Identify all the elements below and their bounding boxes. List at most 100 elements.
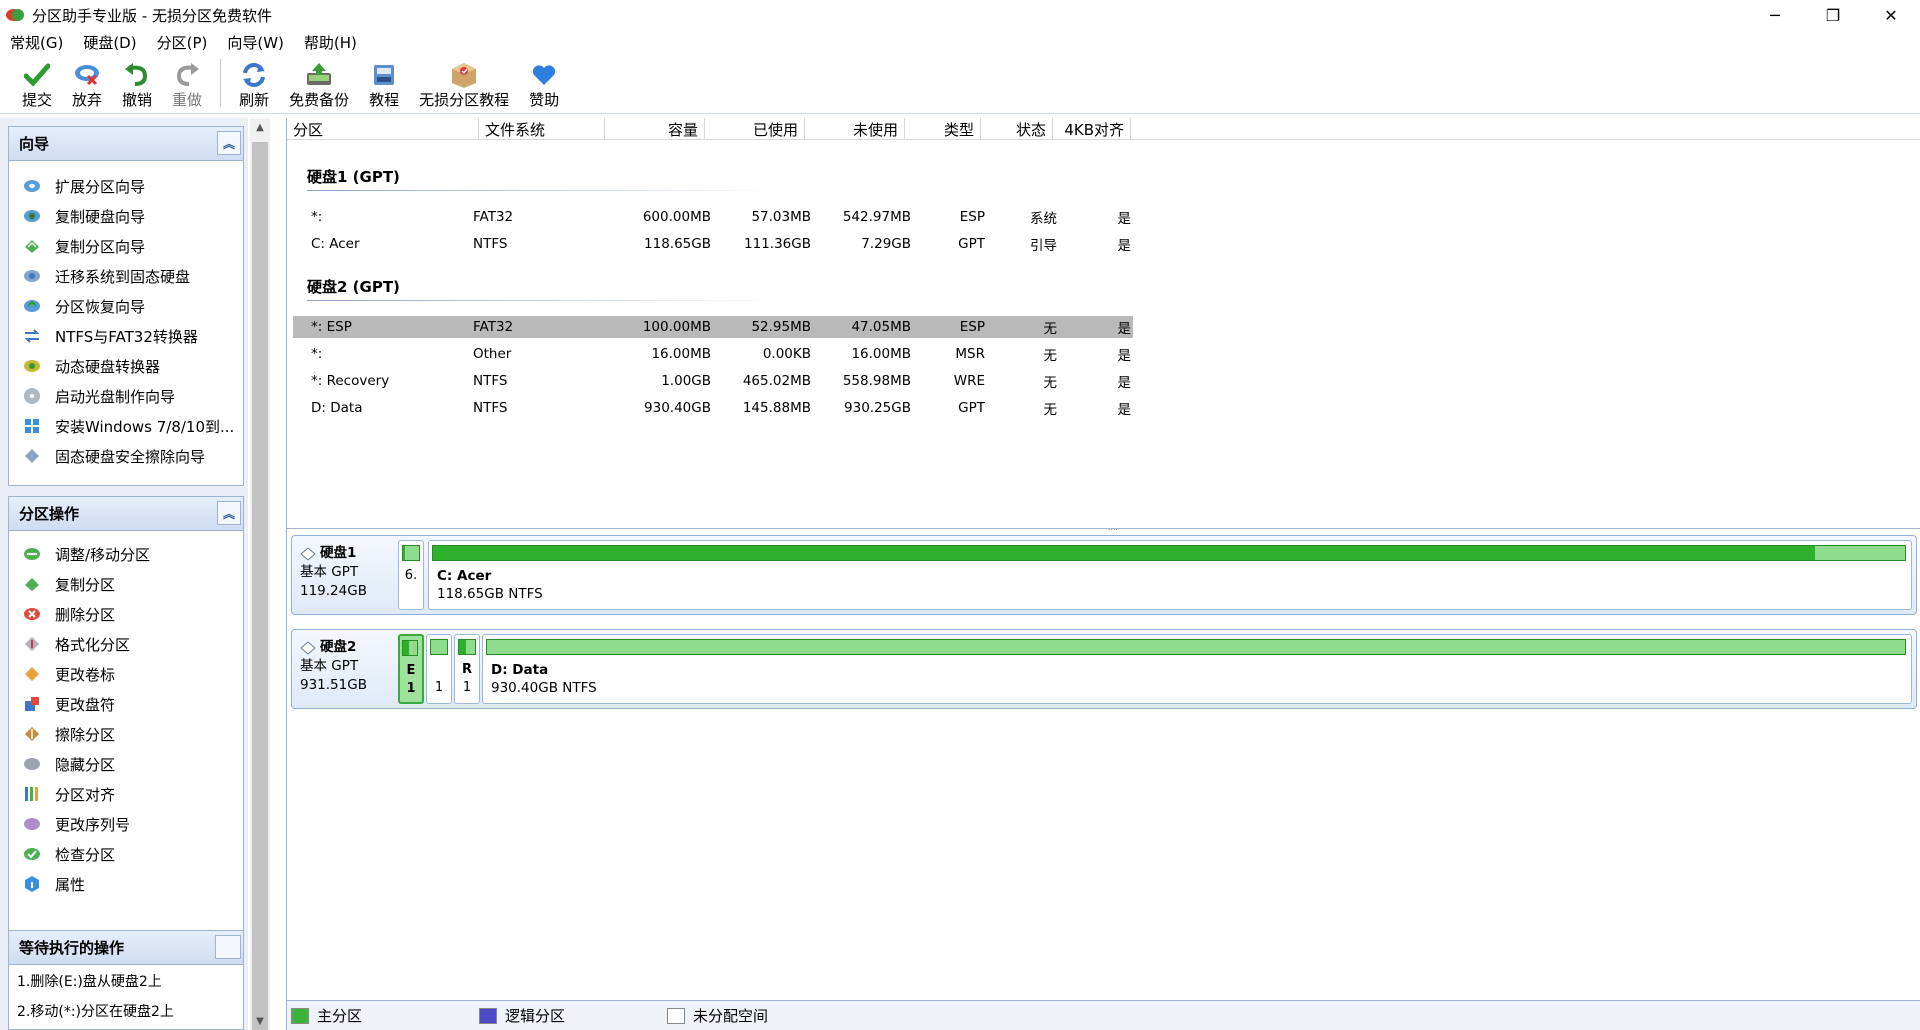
refresh-button[interactable]: 刷新 [229, 55, 279, 113]
col-unused[interactable]: 未使用 [805, 118, 905, 140]
table-row[interactable]: *: FAT32 600.00MB 57.03MB 542.97MB ESP 系… [293, 206, 1133, 228]
col-used[interactable]: 已使用 [705, 118, 805, 140]
cd-icon [23, 387, 41, 405]
op-resize-move[interactable]: 调整/移动分区 [9, 539, 243, 569]
op-wipe-partition[interactable]: 擦除分区 [9, 719, 243, 749]
submit-button[interactable]: 提交 [12, 55, 62, 113]
op-format-partition[interactable]: 格式化分区 [9, 629, 243, 659]
col-capacity[interactable]: 容量 [605, 118, 705, 140]
col-4k-align[interactable]: 4KB对齐 [1053, 118, 1131, 140]
disk1-esp-partition[interactable]: 6. [398, 540, 424, 610]
undo-arrow-icon [122, 61, 152, 89]
disk1-heading: 硬盘1 (GPT) [307, 168, 400, 186]
disk2-card[interactable]: 硬盘2 基本 GPT 931.51GB E1 1 R1 D: Data 930.4… [291, 629, 1917, 709]
wizard-boot-cd[interactable]: 启动光盘制作向导 [9, 381, 243, 411]
disk-drive-icon [369, 61, 399, 89]
legend-bar: 主分区 逻辑分区 未分配空间 [286, 1000, 1920, 1030]
windows-icon [23, 417, 41, 435]
backup-button[interactable]: 免费备份 [279, 55, 359, 113]
scroll-up-icon[interactable]: ▲ [250, 118, 270, 136]
table-row[interactable]: *: Other 16.00MB 0.00KB 16.00MB MSR 无 是 [293, 343, 1133, 365]
format-icon [23, 635, 41, 653]
ssd-erase-icon [23, 447, 41, 465]
op-check-partition[interactable]: 检查分区 [9, 839, 243, 869]
op-hide-partition[interactable]: 隐藏分区 [9, 749, 243, 779]
col-type[interactable]: 类型 [905, 118, 981, 140]
menu-disk[interactable]: 硬盘(D) [73, 32, 146, 53]
collapse-up-icon[interactable]: ︽ [217, 501, 241, 525]
backup-icon [304, 61, 334, 89]
op-delete-partition[interactable]: 删除分区 [9, 599, 243, 629]
col-partition[interactable]: 分区 [287, 118, 479, 140]
pending-ops-panel: 等待执行的操作 1.删除(E:)盘从硬盘2上 2.移动(*:)分区在硬盘2上 [8, 930, 244, 1030]
tutorial-button[interactable]: 教程 [359, 55, 409, 113]
col-status[interactable]: 状态 [981, 118, 1053, 140]
wizard-panel: 向导 ︽ 扩展分区向导 复制硬盘向导 复制分区向导 迁移系统到固态硬盘 分区恢复… [8, 126, 244, 486]
disk1-c-partition[interactable]: C: Acer 118.65GB NTFS [428, 540, 1912, 610]
op-copy-partition[interactable]: 复制分区 [9, 569, 243, 599]
migrate-ssd-icon [23, 267, 41, 285]
table-row[interactable]: C: Acer NTFS 118.65GB 111.36GB 7.29GB GP… [293, 233, 1133, 255]
minimize-button[interactable]: ─ [1746, 0, 1804, 30]
col-filesystem[interactable]: 文件系统 [479, 118, 605, 140]
delete-icon [23, 605, 41, 623]
pending-op-item[interactable]: 2.移动(*:)分区在硬盘2上 [9, 995, 243, 1025]
disk2-recovery-partition[interactable]: R1 [454, 634, 480, 704]
window-title: 分区助手专业版 - 无损分区免费软件 [32, 6, 272, 25]
disk2-info: 硬盘2 基本 GPT 931.51GB [300, 639, 367, 693]
hide-icon [23, 755, 41, 773]
redo-button[interactable]: 重做 [162, 55, 212, 113]
convert-icon [23, 327, 41, 345]
wizard-partition-recovery[interactable]: 分区恢复向导 [9, 291, 243, 321]
title-bar: 分区助手专业版 - 无损分区免费软件 ─ ❐ ✕ [0, 0, 1920, 30]
legend-primary: 主分区 [291, 1005, 362, 1026]
scroll-down-icon[interactable]: ▼ [250, 1012, 270, 1030]
wizard-ssd-erase[interactable]: 固态硬盘安全擦除向导 [9, 441, 243, 471]
splitter-handle[interactable]: .... [1099, 524, 1127, 532]
scrollbar-thumb[interactable] [252, 142, 268, 1030]
table-row-selected[interactable]: *: ESP FAT32 100.00MB 52.95MB 47.05MB ES… [293, 316, 1133, 338]
donate-button[interactable]: 赞助 [519, 55, 569, 113]
menu-general[interactable]: 常规(G) [0, 32, 73, 53]
op-change-serial[interactable]: 更改序列号 [9, 809, 243, 839]
resize-icon [23, 545, 41, 563]
primary-swatch-icon [291, 1007, 309, 1024]
disk1-card[interactable]: 硬盘1 基本 GPT 119.24GB 6. C: Acer 118.65GB N… [291, 535, 1917, 615]
wizard-copy-disk[interactable]: 复制硬盘向导 [9, 201, 243, 231]
table-row[interactable]: *: Recovery NTFS 1.00GB 465.02MB 558.98M… [293, 370, 1133, 392]
discard-icon [72, 61, 102, 89]
disk2-msr-partition[interactable]: 1 [426, 634, 452, 704]
checkmark-icon [22, 61, 52, 89]
menu-help[interactable]: 帮助(H) [294, 32, 367, 53]
disk2-d-partition[interactable]: D: Data 930.40GB NTFS [482, 634, 1912, 704]
discard-button[interactable]: 放弃 [62, 55, 112, 113]
partition-ops-header: 分区操作 ︽ [9, 497, 243, 531]
menu-wizard[interactable]: 向导(W) [217, 32, 294, 53]
op-change-letter[interactable]: 更改盘符 [9, 689, 243, 719]
op-properties[interactable]: 属性 [9, 869, 243, 899]
op-align-partition[interactable]: 分区对齐 [9, 779, 243, 809]
lossless-tutorial-button[interactable]: 无损分区教程 [409, 55, 519, 113]
copy-icon [23, 575, 41, 593]
wizard-extend-partition[interactable]: 扩展分区向导 [9, 171, 243, 201]
menu-partition[interactable]: 分区(P) [147, 32, 218, 53]
close-button[interactable]: ✕ [1862, 0, 1920, 30]
copy-disk-icon [23, 207, 41, 225]
wizard-install-windows[interactable]: 安装Windows 7/8/10到... [9, 411, 243, 441]
undo-button[interactable]: 撤销 [112, 55, 162, 113]
divider [307, 190, 777, 191]
wizard-migrate-ssd[interactable]: 迁移系统到固态硬盘 [9, 261, 243, 291]
table-row[interactable]: D: Data NTFS 930.40GB 145.88MB 930.25GB … [293, 397, 1133, 419]
wizard-copy-partition[interactable]: 复制分区向导 [9, 231, 243, 261]
disk2-esp-partition-selected[interactable]: E1 [398, 634, 424, 704]
collapse-up-icon[interactable]: ︽ [217, 131, 241, 155]
pending-op-item[interactable]: 1.删除(E:)盘从硬盘2上 [9, 965, 243, 995]
wizard-ntfs-fat32[interactable]: NTFS与FAT32转换器 [9, 321, 243, 351]
maximize-button[interactable]: ❐ [1804, 0, 1862, 30]
align-icon [23, 785, 41, 803]
sidebar-scrollbar[interactable]: ▲ ▼ [250, 118, 270, 1030]
check-icon [23, 845, 41, 863]
op-change-label[interactable]: 更改卷标 [9, 659, 243, 689]
collapse-button[interactable] [215, 935, 241, 959]
wizard-dynamic-disk[interactable]: 动态硬盘转换器 [9, 351, 243, 381]
